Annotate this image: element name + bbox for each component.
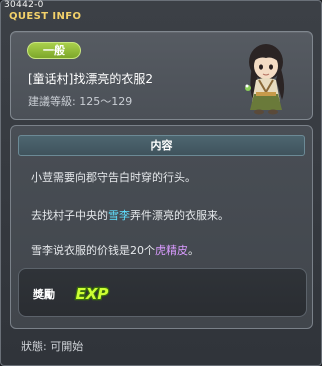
quest-type-badge: 一般 xyxy=(27,42,81,59)
recommended-level: 建議等級: 125～129 xyxy=(28,95,133,108)
quest-id: 30442-0 xyxy=(4,0,44,10)
exp-icon[interactable]: EXP xyxy=(73,281,111,305)
npc-name-link[interactable]: 雪李 xyxy=(108,209,130,222)
description-text: 小荳需要向郡守告白时穿的行头。 xyxy=(31,171,196,184)
description-line-2: 去找村子中央的雪李弄件漂亮的衣服来。 xyxy=(31,207,229,223)
description-line-1: 小荳需要向郡守告白时穿的行头。 xyxy=(31,169,196,185)
exp-icon-label: EXP xyxy=(76,285,109,303)
item-name-link[interactable]: 虎精皮 xyxy=(155,244,188,257)
npc-portrait-icon xyxy=(245,44,285,115)
title-bar[interactable]: 30442-0 QUEST INFO xyxy=(1,0,321,27)
quest-status: 狀態: 可開始 xyxy=(21,340,84,353)
description-text: 雪李说衣服的价钱是20个 xyxy=(31,244,155,257)
quest-title: [童话村]找漂亮的衣服2 xyxy=(28,72,153,86)
description-line-3: 雪李说衣服的价钱是20个虎精皮。 xyxy=(31,242,199,258)
quest-header-panel: 一般 [童话村]找漂亮的衣服2 建議等級: 125～129 xyxy=(10,31,313,120)
reward-box: 獎勵 EXP xyxy=(18,268,307,317)
quest-content-panel: 内容 小荳需要向郡守告白时穿的行头。 去找村子中央的雪李弄件漂亮的衣服来。 雪李… xyxy=(10,125,313,329)
description-text: 弄件漂亮的衣服来。 xyxy=(130,209,229,222)
content-section-header: 内容 xyxy=(18,135,305,156)
description-text: 去找村子中央的 xyxy=(31,209,108,222)
window-title: QUEST INFO xyxy=(9,11,82,22)
quest-info-window: 30442-0 QUEST INFO 一般 [童话村]找漂亮的衣服2 建議等級:… xyxy=(0,0,322,366)
reward-label: 獎勵 xyxy=(33,288,55,301)
description-text: 。 xyxy=(188,244,199,257)
